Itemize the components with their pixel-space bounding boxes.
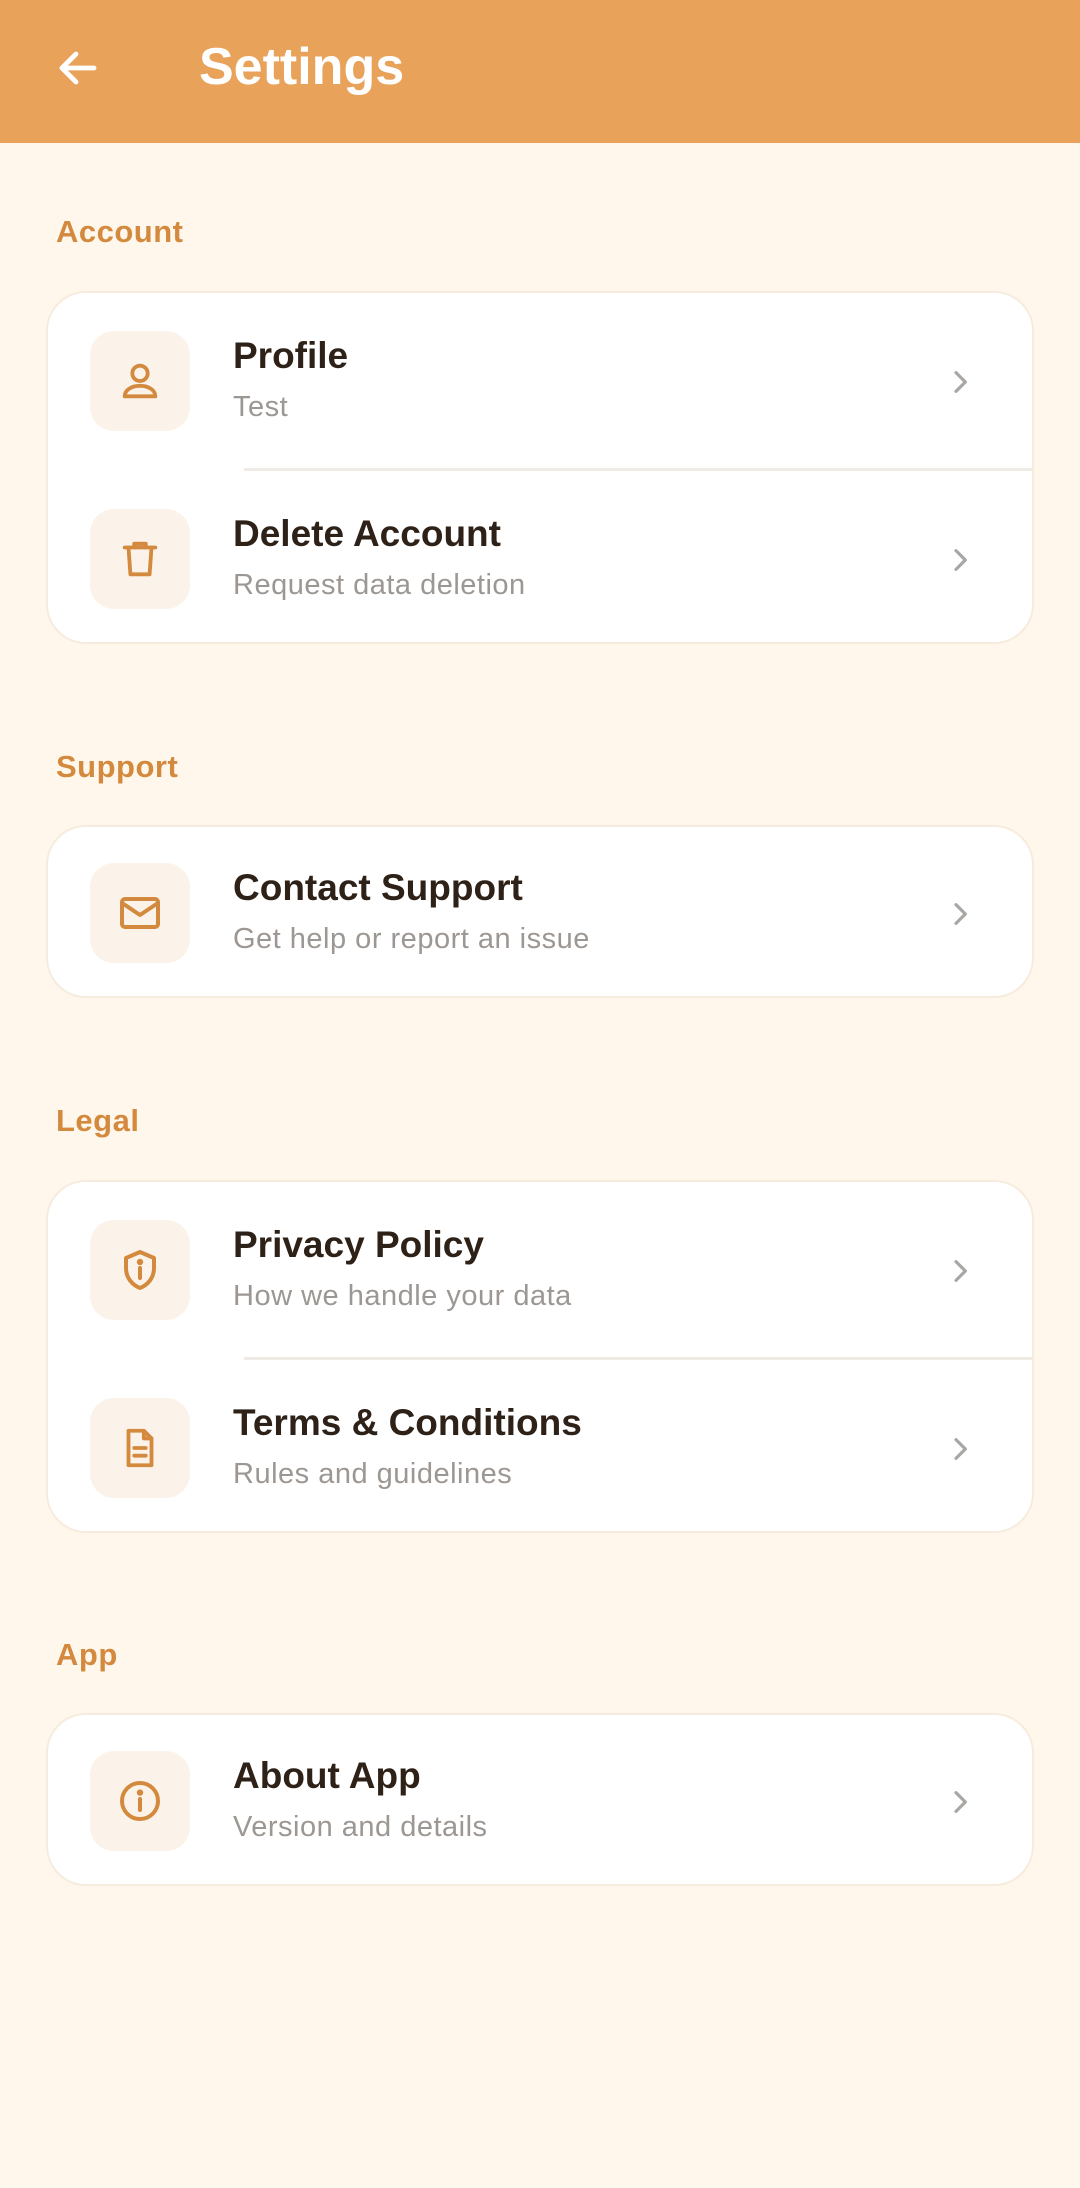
section-label-account: Account xyxy=(56,214,184,249)
chevron-right-icon xyxy=(940,362,980,402)
mail-icon xyxy=(120,897,160,929)
settings-item-terms-conditions[interactable]: Terms & Conditions Rules and guidelines xyxy=(48,1360,1032,1531)
app-bar: Settings xyxy=(0,0,1080,143)
info-circle-icon xyxy=(120,1781,160,1821)
chevron-right-icon xyxy=(940,1429,980,1469)
icon-tile xyxy=(90,1220,190,1320)
chevron-right-icon xyxy=(940,540,980,580)
chevron-right-icon xyxy=(940,894,980,934)
item-title: Contact Support xyxy=(233,867,523,908)
icon-tile xyxy=(90,863,190,963)
account-card: Profile Test Delete Account Request data… xyxy=(46,291,1034,644)
icon-tile xyxy=(90,1398,190,1498)
document-icon xyxy=(126,1428,154,1468)
item-subtitle: Version and details xyxy=(233,1811,488,1843)
page-title: Settings xyxy=(199,38,405,96)
arrow-left-icon xyxy=(59,51,97,85)
chevron-right-icon xyxy=(940,1251,980,1291)
settings-item-profile[interactable]: Profile Test xyxy=(48,293,1032,471)
item-title: About App xyxy=(233,1755,421,1796)
section-label-app: App xyxy=(56,1637,118,1672)
item-title: Terms & Conditions xyxy=(233,1402,582,1443)
back-button[interactable] xyxy=(40,30,116,106)
item-title: Privacy Policy xyxy=(233,1224,484,1265)
section-label-support: Support xyxy=(56,749,179,784)
trash-icon xyxy=(122,541,158,577)
settings-item-about-app[interactable]: About App Version and details xyxy=(48,1715,1032,1884)
icon-tile xyxy=(90,1751,190,1851)
item-subtitle: How we handle your data xyxy=(233,1280,572,1312)
item-subtitle: Rules and guidelines xyxy=(233,1458,513,1490)
legal-card: Privacy Policy How we handle your data T… xyxy=(46,1180,1034,1533)
app-card: About App Version and details xyxy=(46,1713,1034,1886)
icon-tile xyxy=(90,509,190,609)
settings-item-privacy-policy[interactable]: Privacy Policy How we handle your data xyxy=(48,1182,1032,1360)
chevron-right-icon xyxy=(940,1782,980,1822)
item-subtitle: Get help or report an issue xyxy=(233,923,590,955)
settings-item-delete-account[interactable]: Delete Account Request data deletion xyxy=(48,471,1032,642)
shield-info-icon xyxy=(124,1250,156,1290)
settings-item-contact-support[interactable]: Contact Support Get help or report an is… xyxy=(48,827,1032,996)
item-title: Delete Account xyxy=(233,513,501,554)
item-subtitle: Request data deletion xyxy=(233,569,526,601)
item-subtitle: Test xyxy=(233,391,289,423)
person-icon xyxy=(122,363,158,399)
item-title: Profile xyxy=(233,335,349,376)
support-card: Contact Support Get help or report an is… xyxy=(46,825,1034,998)
section-label-legal: Legal xyxy=(56,1103,140,1138)
icon-tile xyxy=(90,331,190,431)
